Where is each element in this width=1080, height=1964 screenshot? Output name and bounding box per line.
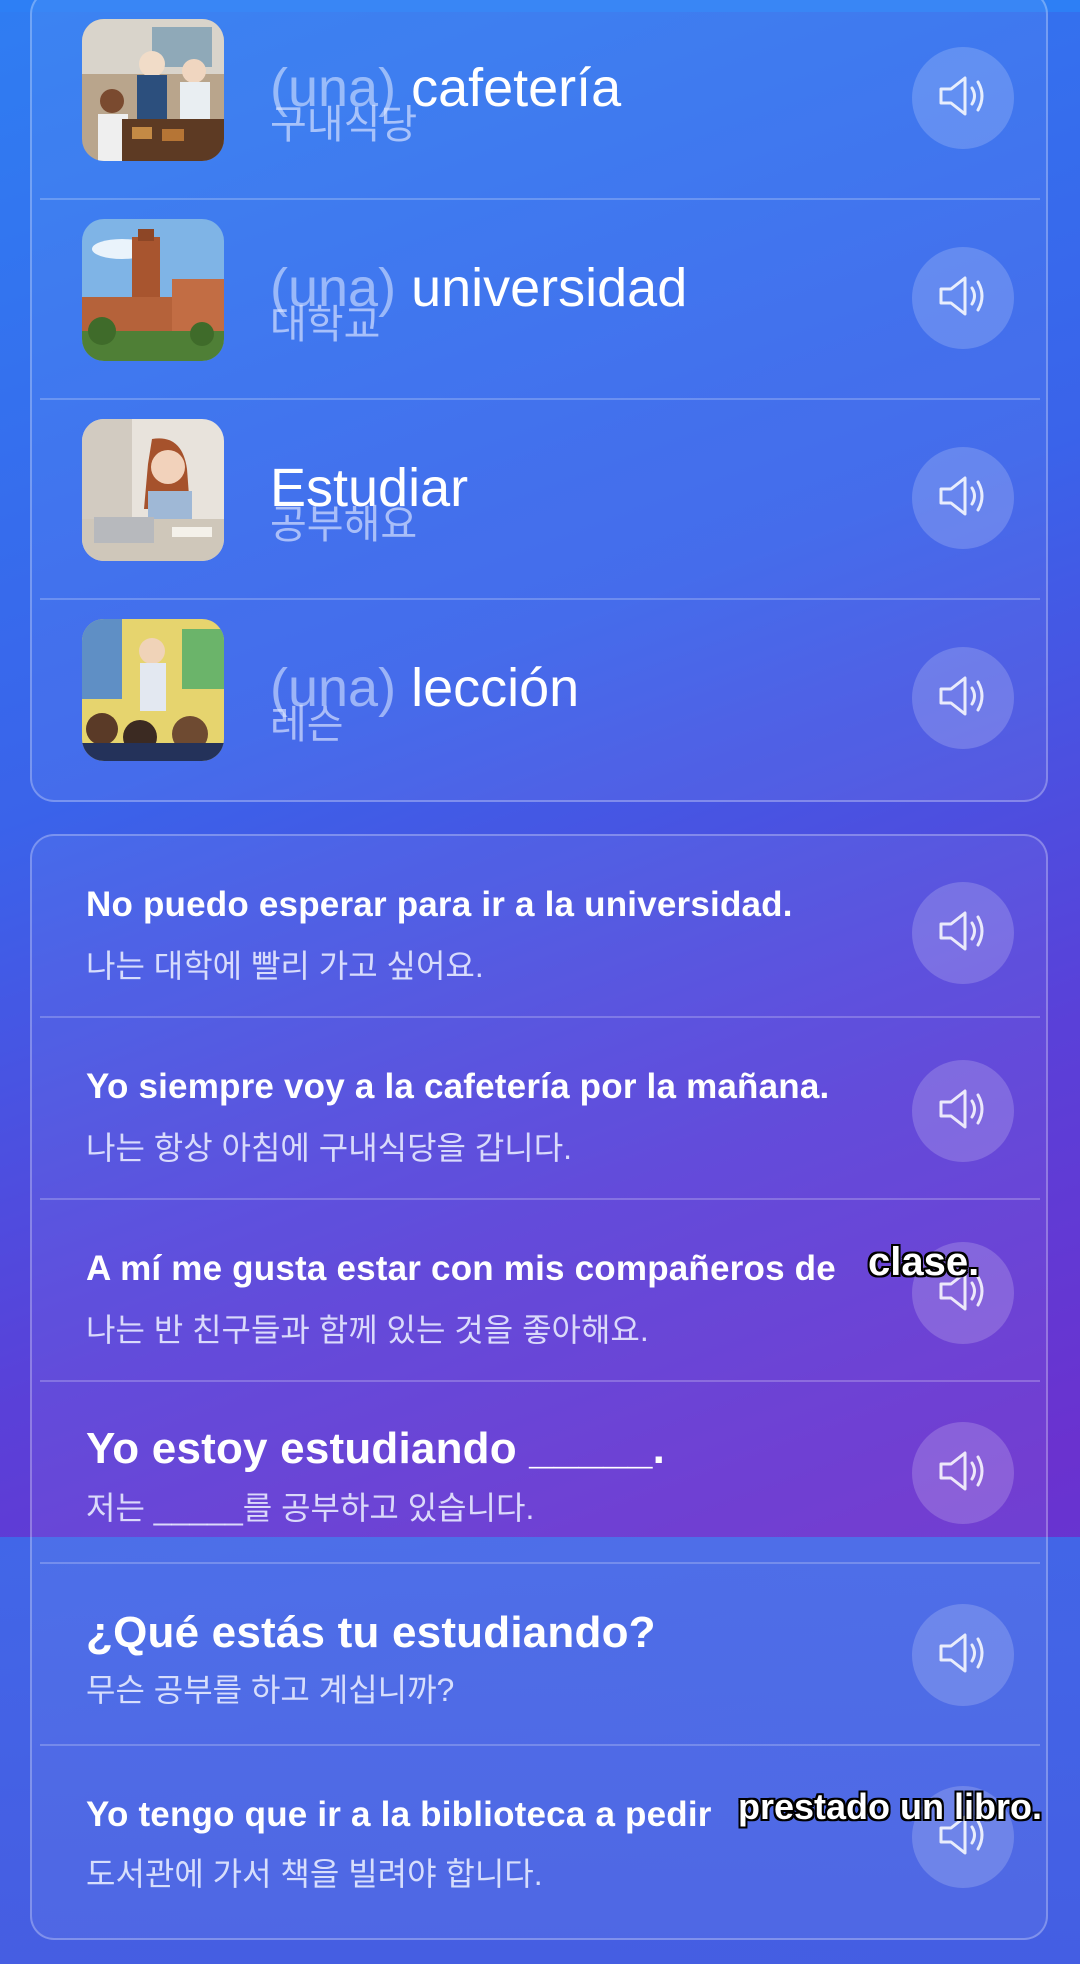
play-audio-button[interactable] <box>912 247 1014 349</box>
play-audio-button[interactable] <box>912 1422 1014 1524</box>
speaker-icon <box>937 673 989 724</box>
phrase-korean: 나는 반 친구들과 함께 있는 것을 좋아해요. <box>86 1312 649 1348</box>
phrase-korean: 저는 _____를 공부하고 있습니다. <box>86 1490 535 1526</box>
phrase-korean: 무슨 공부를 하고 계십니까? <box>86 1672 455 1708</box>
studying-image <box>82 419 224 561</box>
phrase-row[interactable]: Yo siempre voy a la cafetería por la mañ… <box>32 1018 1046 1200</box>
phrase-spanish: Yo estoy estudiando _____. <box>86 1424 666 1473</box>
phrase-row[interactable]: Yo estoy estudiando _____. 저는 _____를 공부하… <box>32 1382 1046 1564</box>
subtitle-caption: prestado un libro. <box>738 1786 1043 1827</box>
play-audio-button[interactable] <box>912 447 1014 549</box>
vocab-translation: 레슨 <box>270 703 344 747</box>
vocab-translation: 구내식당 <box>270 103 418 147</box>
play-audio-button[interactable] <box>912 1604 1014 1706</box>
phrase-korean: 나는 항상 아침에 구내식당을 갑니다. <box>86 1130 573 1166</box>
classroom-image <box>82 619 224 761</box>
vocab-translation: 대학교 <box>270 303 381 347</box>
phrase-row[interactable]: ¿Qué estás tu estudiando? 무슨 공부를 하고 계십니까… <box>32 1564 1046 1746</box>
phrase-spanish: No puedo esperar para ir a la universida… <box>86 885 793 924</box>
speaker-icon <box>937 73 989 124</box>
vocabulary-card: (una) cafetería 구내식당 (una) universidad 대… <box>30 0 1048 802</box>
phrase-spanish: Yo siempre voy a la cafetería por la mañ… <box>86 1067 830 1106</box>
vocab-row[interactable]: (una) lección 레슨 <box>32 600 1046 800</box>
speaker-icon <box>937 273 989 324</box>
phrase-korean: 나는 대학에 빨리 가고 싶어요. <box>86 948 484 984</box>
speaker-icon <box>937 908 989 959</box>
vocab-row[interactable]: Estudiar 공부해요 <box>32 400 1046 600</box>
vocab-translation: 공부해요 <box>270 503 418 547</box>
phrase-spanish: ¿Qué estás tu estudiando? <box>86 1608 656 1657</box>
phrases-card: No puedo esperar para ir a la universida… <box>30 834 1048 1940</box>
speaker-icon <box>937 473 989 524</box>
university-image <box>82 219 224 361</box>
play-audio-button[interactable] <box>912 47 1014 149</box>
play-audio-button[interactable] <box>912 1060 1014 1162</box>
phrase-row[interactable]: Yo tengo que ir a la biblioteca a pedir … <box>32 1746 1046 1928</box>
phrase-spanish: A mí me gusta estar con mis compañeros d… <box>86 1249 836 1288</box>
play-audio-button[interactable] <box>912 647 1014 749</box>
vocab-row[interactable]: (una) universidad 대학교 <box>32 200 1046 400</box>
speaker-icon <box>937 1630 989 1681</box>
cafeteria-image <box>82 19 224 161</box>
subtitle-caption: clase. <box>868 1240 980 1284</box>
phrase-row[interactable]: A mí me gusta estar con mis compañeros d… <box>32 1200 1046 1382</box>
phrase-korean: 도서관에 가서 책을 빌려야 합니다. <box>86 1856 543 1892</box>
speaker-icon <box>937 1448 989 1499</box>
vocab-row[interactable]: (una) cafetería 구내식당 <box>32 0 1046 200</box>
speaker-icon <box>937 1086 989 1137</box>
phrase-spanish: Yo tengo que ir a la biblioteca a pedir <box>86 1795 712 1834</box>
play-audio-button[interactable] <box>912 882 1014 984</box>
phrase-row[interactable]: No puedo esperar para ir a la universida… <box>32 836 1046 1018</box>
